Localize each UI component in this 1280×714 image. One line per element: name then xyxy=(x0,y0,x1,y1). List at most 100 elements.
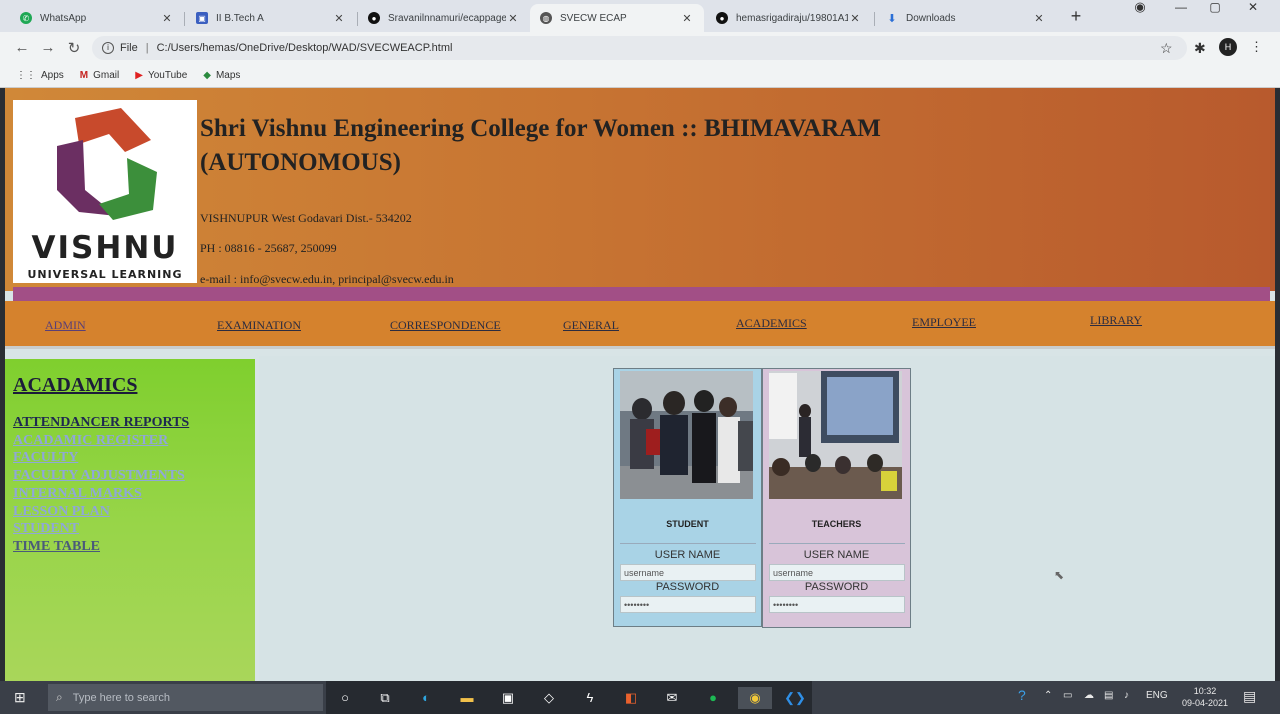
college-phone: PH : 08816 - 25687, 250099 xyxy=(200,241,337,255)
nav-admin[interactable]: ADMIN xyxy=(45,318,86,333)
student-username-input[interactable] xyxy=(620,564,756,581)
volume-icon[interactable]: ♪ xyxy=(1124,690,1129,701)
taskbar-search-box[interactable]: ⌕ Type here to search xyxy=(48,684,323,711)
nav-employee[interactable]: EMPLOYEE xyxy=(912,315,976,330)
chevron-up-icon[interactable]: ⌃ xyxy=(1044,690,1052,701)
help-icon[interactable]: ? xyxy=(1018,687,1026,703)
close-icon[interactable]: ✕ xyxy=(1032,12,1046,25)
college-email: e-mail : info@svecw.edu.in, principal@sv… xyxy=(200,272,454,286)
nav-library[interactable]: LIBRARY xyxy=(1090,313,1142,328)
sidebar-link-student[interactable]: STUDENT xyxy=(13,520,189,538)
logo-word: VISHNU xyxy=(31,230,179,266)
language-indicator[interactable]: ENG xyxy=(1146,690,1168,701)
tab-ii-btech[interactable]: ▣ II B.Tech A ✕ xyxy=(186,4,356,32)
minimize-button[interactable]: — xyxy=(1166,0,1196,14)
teacher-login-card: TEACHERS USER NAME PASSWORD xyxy=(762,368,911,628)
window-close-button[interactable]: ✕ xyxy=(1238,0,1268,14)
nav-correspondence[interactable]: CORRESPONDENCE xyxy=(390,318,501,333)
bookmark-youtube[interactable]: ▶ YouTube xyxy=(135,70,187,81)
student-password-input[interactable] xyxy=(620,596,756,613)
vishnu-emblem-icon xyxy=(57,108,157,220)
bookmark-star-icon[interactable]: ☆ xyxy=(1160,40,1173,57)
battery-icon[interactable]: ▭ xyxy=(1063,690,1072,701)
username-label: USER NAME xyxy=(803,549,870,561)
extensions-icon[interactable]: ✱ xyxy=(1194,40,1206,57)
search-icon: ⌕ xyxy=(56,690,63,704)
back-button[interactable]: ← xyxy=(12,39,32,56)
sidebar-title: ACADAMICS xyxy=(13,374,138,396)
bookmark-maps[interactable]: ◆ Maps xyxy=(203,70,240,81)
tab-title: Sravanilnnamuri/ecappage xyxy=(388,12,506,24)
page-viewport: VISHNU UNIVERSAL LEARNING Shri Vishnu En… xyxy=(5,88,1275,681)
close-icon[interactable]: ✕ xyxy=(848,12,862,25)
spotify-icon[interactable]: ● xyxy=(702,687,724,709)
cloud-icon[interactable]: ☁ xyxy=(1084,690,1094,701)
new-tab-button[interactable]: + xyxy=(1066,6,1086,27)
bookmark-gmail[interactable]: M Gmail xyxy=(80,70,119,81)
nav-academics[interactable]: ACADEMICS xyxy=(736,316,807,331)
nav-examination[interactable]: EXAMINATION xyxy=(217,318,301,333)
bookmark-apps[interactable]: ⋮⋮ Apps xyxy=(16,70,64,81)
teacher-photo xyxy=(769,371,902,499)
teacher-username-input[interactable] xyxy=(769,564,905,581)
menu-icon[interactable]: ⋮ xyxy=(1250,39,1263,55)
taskbar-clock[interactable]: 10:32 09-04-2021 xyxy=(1177,685,1233,709)
academics-sidebar: ACADAMICS ATTENDANCER REPORTS ACADAMIC R… xyxy=(5,359,255,681)
close-icon[interactable]: ✕ xyxy=(332,12,346,25)
vscode-icon[interactable]: ❮❯ xyxy=(784,687,806,709)
tab-title: WhatsApp xyxy=(40,12,87,24)
logo-subtitle: UNIVERSAL LEARNING xyxy=(27,268,183,281)
sidebar-link-faculty-adjustments[interactable]: FACULTY ADJUSTMENTS xyxy=(13,467,189,485)
nav-general[interactable]: GENERAL xyxy=(563,318,619,333)
profile-avatar[interactable]: H xyxy=(1219,38,1237,56)
apps-grid-icon: ⋮⋮ xyxy=(16,70,36,81)
teacher-password-input[interactable] xyxy=(769,596,905,613)
notifications-icon[interactable]: ▤ xyxy=(1243,688,1256,705)
windows-taskbar: ⊞ ⌕ Type here to search ○ ⧉ ◐ ▬ ▣ ◇ ϟ ◧ … xyxy=(0,681,1280,714)
github-icon: ● xyxy=(368,12,380,24)
sidebar-link-attendance-reports[interactable]: ATTENDANCER REPORTS xyxy=(13,414,189,432)
power-automate-icon[interactable]: ϟ xyxy=(579,687,601,709)
tab-github-ecappage[interactable]: ● Sravanilnnamuri/ecappage ✕ xyxy=(358,4,530,32)
taskbar-apps: ○ ⧉ ◐ ▬ ▣ ◇ ϟ ◧ ✉ ● ◉ ❮❯ xyxy=(326,681,812,714)
classroom-icon: ▣ xyxy=(196,12,208,24)
forward-button[interactable]: → xyxy=(38,39,58,56)
college-name-line1: Shri Vishnu Engineering College for Wome… xyxy=(200,115,881,142)
office-icon[interactable]: ◧ xyxy=(620,687,642,709)
chrome-icon[interactable]: ◉ xyxy=(738,687,772,709)
tab-svecw-ecap[interactable]: ◍ SVECW ECAP ✕ xyxy=(530,4,704,32)
sidebar-link-lesson-plan[interactable]: LESSON PLAN xyxy=(13,503,189,521)
close-icon[interactable]: ✕ xyxy=(160,12,174,25)
close-icon[interactable]: ✕ xyxy=(680,12,694,25)
edge-icon[interactable]: ◐ xyxy=(415,687,437,709)
sidebar-link-faculty[interactable]: FACULTY xyxy=(13,449,189,467)
tab-whatsapp[interactable]: ✆ WhatsApp ✕ xyxy=(10,4,184,32)
tab-downloads[interactable]: ⬇ Downloads ✕ xyxy=(876,4,1056,32)
url-text[interactable]: C:/Users/hemas/OneDrive/Desktop/WAD/SVEC… xyxy=(157,42,453,54)
task-view-icon[interactable]: ⧉ xyxy=(374,687,396,709)
sidebar-link-academic-register[interactable]: ACADAMIC REGISTER xyxy=(13,432,189,450)
college-address: VISHNUPUR West Godavari Dist.- 534202 xyxy=(200,211,412,225)
file-explorer-icon[interactable]: ▬ xyxy=(456,687,478,709)
windows-start-icon[interactable]: ⊞ xyxy=(14,689,26,706)
tab-title: II B.Tech A xyxy=(216,12,264,24)
close-icon[interactable]: ✕ xyxy=(506,12,520,25)
sidebar-link-internal-marks[interactable]: INTERNAL MARKS xyxy=(13,485,189,503)
dropbox-icon[interactable]: ◇ xyxy=(538,687,560,709)
network-icon[interactable]: ▤ xyxy=(1104,690,1113,701)
tab-github-hemasri[interactable]: ● hemasrigadiraju/19801A12 ✕ xyxy=(706,4,872,32)
username-label: USER NAME xyxy=(654,549,721,561)
store-icon[interactable]: ▣ xyxy=(497,687,519,709)
github-icon: ● xyxy=(716,12,728,24)
address-bar[interactable]: i File | C:/Users/hemas/OneDrive/Desktop… xyxy=(92,36,1187,60)
reload-button[interactable]: ↻ xyxy=(64,39,84,57)
cortana-icon[interactable]: ○ xyxy=(334,687,356,709)
tab-search-icon[interactable]: ◉ xyxy=(1125,0,1155,14)
clock-time: 10:32 xyxy=(1193,686,1217,696)
maximize-button[interactable]: ▢ xyxy=(1200,0,1230,14)
vishnu-logo: VISHNU UNIVERSAL LEARNING xyxy=(13,100,197,283)
whatsapp-icon: ✆ xyxy=(20,12,32,24)
mail-icon[interactable]: ✉ xyxy=(661,687,683,709)
info-icon[interactable]: i xyxy=(102,42,114,54)
sidebar-link-time-table[interactable]: TIME TABLE xyxy=(13,538,189,556)
